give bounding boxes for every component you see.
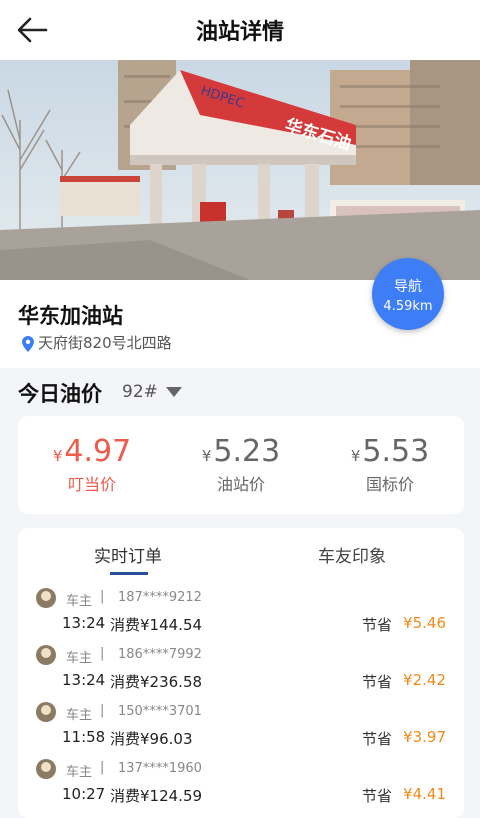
navigate-label: 导航	[394, 279, 422, 295]
station-address-row: 天府街820号北四路	[22, 332, 172, 353]
order-time: 13:24	[62, 671, 106, 689]
order-spend: 消费¥236.58	[110, 673, 203, 691]
order-spend: 消费¥96.03	[110, 730, 193, 748]
location-pin-icon	[22, 335, 34, 352]
avatar	[36, 702, 56, 722]
order-time: 10:27	[62, 785, 106, 803]
active-tab-indicator	[110, 572, 148, 575]
price-item-dingdang: ¥4.97 叮当价	[18, 434, 166, 495]
owner-label: 车主	[66, 765, 93, 780]
navigate-button[interactable]: 导航 4.59km	[372, 258, 444, 330]
order-row: 车主 | 137****1960 10:27 消费¥124.59 节省 ¥4.4…	[18, 759, 464, 815]
owner-label: 车主	[66, 594, 93, 609]
saving-label: 节省	[362, 673, 393, 691]
saving-amount: ¥4.41	[403, 785, 446, 803]
separator: |	[100, 760, 105, 775]
order-time: 13:24	[62, 614, 106, 632]
phone-number: 137****1960	[118, 761, 202, 776]
top-bar: 油站详情	[0, 0, 480, 60]
saving-amount: ¥3.97	[403, 728, 446, 746]
saving-amount: ¥2.42	[403, 671, 446, 689]
separator: |	[100, 589, 105, 604]
saving-label: 节省	[362, 787, 393, 805]
station-photo: HDPEC 华东石油	[0, 60, 480, 280]
price-heading: 今日油价	[18, 382, 102, 406]
price-value: 5.53	[362, 434, 430, 469]
avatar	[36, 759, 56, 779]
price-card: ¥4.97 叮当价 ¥5.23 油站价 ¥5.53 国标价	[18, 416, 464, 514]
avatar	[36, 588, 56, 608]
navigate-distance: 4.59km	[383, 299, 433, 314]
saving-amount: ¥5.46	[403, 614, 446, 632]
order-spend: 消费¥124.59	[110, 787, 203, 805]
price-label: 油站价	[216, 475, 265, 494]
avatar	[36, 645, 56, 665]
station-name: 华东加油站	[18, 304, 123, 328]
price-item-national: ¥5.53 国标价	[316, 434, 464, 495]
order-row: 车主 | 186****7992 13:24 消费¥236.58 节省 ¥2.4…	[18, 645, 464, 701]
saving-label: 节省	[362, 616, 393, 634]
order-row: 车主 | 150****3701 11:58 消费¥96.03 节省 ¥3.97	[18, 702, 464, 758]
owner-label: 车主	[66, 651, 93, 666]
fuel-grade-selector[interactable]: 92#	[122, 382, 182, 402]
page-title: 油站详情	[195, 20, 284, 45]
phone-number: 186****7992	[118, 647, 202, 662]
owner-label: 车主	[66, 708, 93, 723]
phone-number: 150****3701	[118, 704, 202, 719]
tab-user-impressions[interactable]: 车友印象	[318, 542, 386, 567]
price-value: 5.23	[213, 434, 281, 469]
order-spend: 消费¥144.54	[110, 616, 203, 634]
orders-card: 实时订单 车友印象 车主 | 187****9212 13:24 消费¥144.…	[18, 528, 464, 818]
price-label: 叮当价	[67, 475, 116, 494]
price-value: 4.97	[64, 434, 132, 469]
order-time: 11:58	[62, 728, 106, 746]
phone-number: 187****9212	[118, 590, 202, 605]
currency-symbol: ¥	[201, 447, 212, 465]
currency-symbol: ¥	[52, 447, 63, 465]
saving-label: 节省	[362, 730, 393, 748]
fuel-grade: 92#	[122, 382, 158, 402]
station-address: 天府街820号北四路	[38, 334, 172, 352]
separator: |	[100, 703, 105, 718]
currency-symbol: ¥	[350, 447, 361, 465]
price-item-station: ¥5.23 油站价	[167, 434, 315, 495]
price-label: 国标价	[365, 475, 414, 494]
separator: |	[100, 646, 105, 661]
price-header: 今日油价 92#	[18, 378, 182, 408]
order-row: 车主 | 187****9212 13:24 消费¥144.54 节省 ¥5.4…	[18, 588, 464, 644]
tab-realtime-orders[interactable]: 实时订单	[94, 542, 162, 567]
dropdown-triangle-icon	[165, 387, 182, 397]
